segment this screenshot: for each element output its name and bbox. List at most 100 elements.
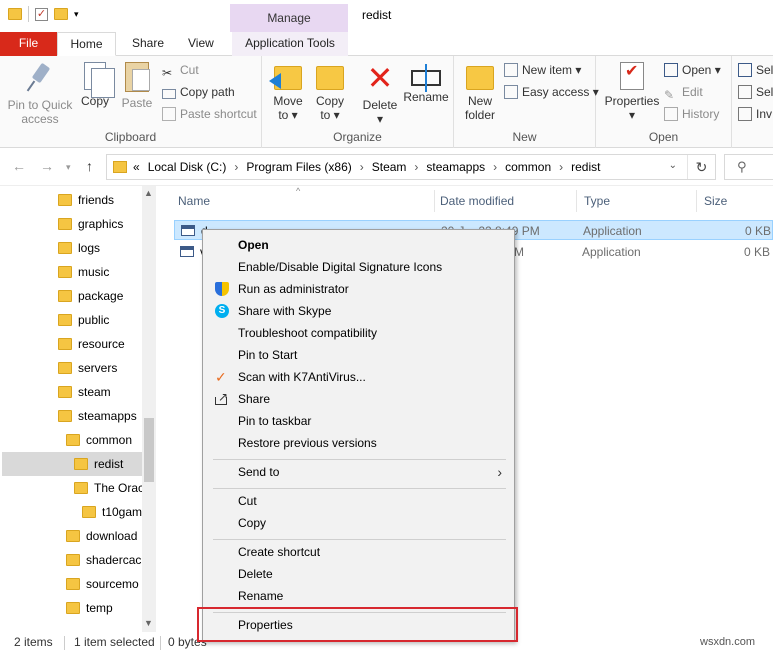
clipboard-group: Pin to Quick access Copy Paste ✂ Cut Copy… (0, 56, 262, 148)
select-none-label: Sel (756, 85, 773, 99)
open-ribbon-button[interactable]: Open ▾ (664, 60, 721, 80)
breadcrumb-chevron-icon[interactable]: › (493, 160, 497, 174)
breadcrumb-program-files[interactable]: Program Files (x86) (246, 160, 351, 174)
copy-path-button[interactable]: Copy path (162, 82, 235, 102)
tree-item-steamapps[interactable]: steamapps (58, 404, 137, 428)
menu-item-restore-previous-versions[interactable]: Restore previous versions (205, 432, 512, 454)
new-folder-button[interactable]: New folder (460, 60, 500, 122)
new-folder-icon[interactable] (54, 8, 68, 20)
breadcrumb-local-disk[interactable]: Local Disk (C:) (148, 160, 227, 174)
scrollbar-thumb[interactable] (144, 418, 154, 482)
tree-item-downloading[interactable]: download (66, 524, 137, 548)
tab-file[interactable]: File (0, 32, 57, 56)
column-divider[interactable] (576, 190, 577, 212)
move-to-button[interactable]: Move to ▾ (268, 60, 308, 122)
menu-item-delete[interactable]: Delete (205, 563, 512, 585)
paste-button[interactable]: Paste (118, 60, 156, 110)
tab-share[interactable]: Share (120, 32, 176, 56)
column-header-date[interactable]: Date modified (440, 194, 514, 208)
menu-item-pin-to-taskbar[interactable]: Pin to taskbar (205, 410, 512, 432)
menu-item-scan-k7[interactable]: ✓ Scan with K7AntiVirus... (205, 366, 512, 388)
up-arrow-icon[interactable]: ↑ (86, 158, 93, 174)
copy-to-button[interactable]: Copy to ▾ (310, 60, 350, 122)
customize-toolbar-dropdown-icon[interactable]: ▾ (74, 9, 79, 20)
menu-item-share[interactable]: Share (205, 386, 512, 410)
search-input[interactable]: ⚲ (724, 154, 773, 180)
tab-home[interactable]: Home (57, 32, 116, 56)
tree-item-sourcemods[interactable]: sourcemo (66, 572, 139, 596)
properties-ribbon-button[interactable]: Properties ▾ (600, 60, 664, 122)
column-header-name[interactable]: Name (178, 194, 210, 208)
menu-item-create-shortcut[interactable]: Create shortcut (205, 541, 512, 563)
breadcrumb-chevron-icon[interactable]: › (559, 160, 563, 174)
refresh-icon[interactable]: ↻ (687, 155, 715, 179)
column-divider[interactable] (434, 190, 435, 212)
properties-check-icon[interactable]: ✓ (35, 7, 48, 21)
tree-item-friends[interactable]: friends (58, 188, 114, 212)
menu-item-copy[interactable]: Copy (205, 512, 512, 534)
menu-item-cut[interactable]: Cut (205, 490, 512, 512)
tree-item-music[interactable]: music (58, 260, 109, 284)
menu-item-label: Create shortcut (238, 545, 321, 559)
menu-item-pin-to-start[interactable]: Pin to Start (205, 344, 512, 366)
scroll-up-icon[interactable]: ▲ (144, 188, 153, 198)
menu-item-share-with-skype[interactable]: S Share with Skype (205, 300, 512, 322)
new-item-button[interactable]: New item ▾ (504, 60, 581, 80)
tree-item-redist[interactable]: redist (2, 452, 142, 476)
quick-access-toolbar: ✓ ▾ (8, 6, 79, 22)
select-all-button[interactable]: Sel (738, 60, 773, 80)
breadcrumb-overflow[interactable]: « (133, 160, 140, 174)
tree-item-public[interactable]: public (58, 308, 109, 332)
address-input[interactable]: « Local Disk (C:) › Program Files (x86) … (106, 154, 716, 180)
tree-item-steam[interactable]: steam (58, 380, 111, 404)
pin-to-quick-access-button[interactable]: Pin to Quick access (4, 60, 76, 126)
breadcrumb-redist[interactable]: redist (571, 160, 600, 174)
menu-item-troubleshoot-compatibility[interactable]: Troubleshoot compatibility (205, 322, 512, 344)
tree-item-servers[interactable]: servers (58, 356, 117, 380)
copy-button[interactable]: Copy (76, 60, 115, 108)
tree-item-common[interactable]: common (66, 428, 132, 452)
invert-selection-button[interactable]: Inv (738, 104, 772, 124)
navpane-scrollbar[interactable]: ▲ ▼ (142, 186, 156, 632)
breadcrumb-steamapps[interactable]: steamapps (426, 160, 485, 174)
tree-item-resource[interactable]: resource (58, 332, 125, 356)
folder-icon (58, 290, 72, 302)
breadcrumb-chevron-icon[interactable]: › (234, 160, 238, 174)
breadcrumb-steam[interactable]: Steam (372, 160, 407, 174)
breadcrumb-common[interactable]: common (505, 160, 551, 174)
tree-item-temp[interactable]: temp (66, 596, 113, 620)
tree-item-the-oracle[interactable]: The Orac (74, 476, 144, 500)
menu-item-send-to[interactable]: Send to › (205, 461, 512, 483)
tree-item-t10game[interactable]: t10gam (82, 500, 142, 524)
tree-item-shadercache[interactable]: shadercac (66, 548, 141, 572)
history-button[interactable]: History (664, 104, 719, 124)
move-to-icon (269, 66, 302, 90)
paste-shortcut-button[interactable]: Paste shortcut (162, 104, 257, 124)
forward-arrow-icon[interactable]: → (40, 158, 54, 174)
tab-application-tools[interactable]: Application Tools (232, 32, 348, 56)
rename-button[interactable]: Rename (402, 60, 450, 104)
easy-access-button[interactable]: Easy access ▾ (504, 82, 599, 102)
tree-item-graphics[interactable]: graphics (58, 212, 123, 236)
menu-item-open[interactable]: Open (205, 234, 512, 256)
tree-item-logs[interactable]: logs (58, 236, 100, 260)
recent-locations-chevron-icon[interactable]: ▾ (66, 162, 71, 173)
breadcrumb-chevron-icon[interactable]: › (414, 160, 418, 174)
breadcrumb-chevron-icon[interactable]: › (360, 160, 364, 174)
delete-button[interactable]: ✕ Delete ▾ (358, 60, 402, 126)
menu-item-digital-signature[interactable]: Enable/Disable Digital Signature Icons (205, 256, 512, 278)
context-menu: Open Enable/Disable Digital Signature Ic… (202, 229, 515, 642)
edit-button[interactable]: ✎ Edit (664, 82, 703, 102)
menu-item-rename[interactable]: Rename (205, 585, 512, 607)
address-dropdown-icon[interactable]: ⌄ (669, 160, 677, 171)
select-none-button[interactable]: Sel (738, 82, 773, 102)
menu-item-run-as-administrator[interactable]: Run as administrator (205, 278, 512, 300)
cut-button[interactable]: ✂ Cut (162, 60, 199, 80)
scroll-down-icon[interactable]: ▼ (144, 618, 153, 628)
tree-item-package[interactable]: package (58, 284, 123, 308)
back-arrow-icon[interactable]: ← (12, 158, 26, 174)
column-header-size[interactable]: Size (704, 194, 727, 208)
column-header-type[interactable]: Type (584, 194, 610, 208)
column-divider[interactable] (696, 190, 697, 212)
tab-view[interactable]: View (176, 32, 226, 56)
